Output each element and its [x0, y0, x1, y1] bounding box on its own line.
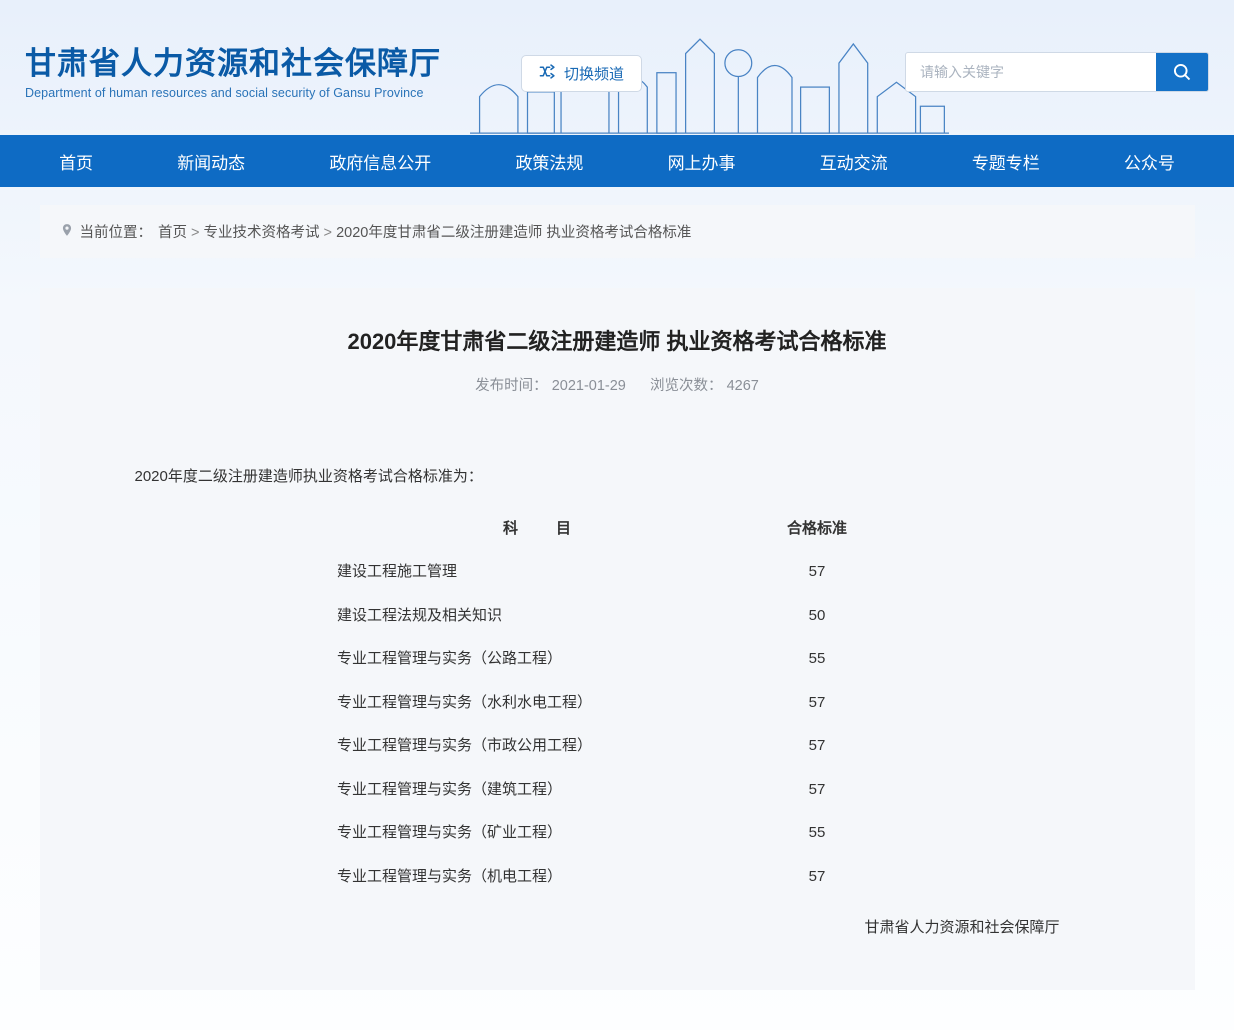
- publish-date: 2021-01-29: [552, 378, 626, 394]
- article-body: 2020年度二级注册建造师执业资格考试合格标准为： 科目 合格标准 建设工程施工…: [100, 405, 1135, 950]
- article-intro: 2020年度二级注册建造师执业资格考试合格标准为：: [135, 455, 1100, 499]
- breadcrumb-prefix: 当前位置：: [80, 221, 153, 242]
- nav-item-5[interactable]: 互动交流: [810, 149, 898, 174]
- article-title: 2020年度甘肃省二级注册建造师 执业资格考试合格标准: [100, 318, 1135, 374]
- breadcrumb: 当前位置： 首页 > 专业技术资格考试 > 2020年度甘肃省二级注册建造师 执…: [40, 205, 1195, 258]
- score-cell: 57: [737, 724, 897, 768]
- subject-cell: 建设工程施工管理: [337, 550, 737, 594]
- score-cell: 57: [737, 550, 897, 594]
- chevron-right-icon: >: [187, 225, 204, 241]
- table-row: 专业工程管理与实务（矿业工程）55: [337, 811, 897, 855]
- score-cell: 57: [737, 855, 897, 899]
- table-row: 建设工程施工管理57: [337, 550, 897, 594]
- nav-item-7[interactable]: 公众号: [1114, 149, 1185, 174]
- publish-label: 发布时间：: [475, 378, 548, 394]
- table-row: 专业工程管理与实务（建筑工程）57: [337, 768, 897, 812]
- nav-item-1[interactable]: 新闻动态: [167, 149, 255, 174]
- logo-subtitle: Department of human resources and social…: [25, 86, 441, 100]
- search-icon: [1172, 62, 1192, 82]
- location-icon: [60, 223, 74, 241]
- article-meta: 发布时间： 2021-01-29 浏览次数： 4267: [100, 374, 1135, 405]
- search-box: [905, 52, 1209, 92]
- nav-item-0[interactable]: 首页: [49, 149, 103, 174]
- views-label: 浏览次数：: [650, 378, 723, 394]
- subject-cell: 专业工程管理与实务（公路工程）: [337, 637, 737, 681]
- subject-cell: 专业工程管理与实务（建筑工程）: [337, 768, 737, 812]
- table-row: 专业工程管理与实务（公路工程）55: [337, 637, 897, 681]
- shuffle-icon: [539, 64, 556, 84]
- table-row: 专业工程管理与实务（市政公用工程）57: [337, 724, 897, 768]
- score-cell: 50: [737, 594, 897, 638]
- breadcrumb-link-1[interactable]: 专业技术资格考试: [204, 225, 320, 241]
- nav-item-3[interactable]: 政策法规: [505, 149, 593, 174]
- subject-cell: 建设工程法规及相关知识: [337, 594, 737, 638]
- table-row: 专业工程管理与实务（水利水电工程）57: [337, 681, 897, 725]
- article-signature: 甘肃省人力资源和社会保障厅: [135, 906, 1100, 950]
- nav-item-6[interactable]: 专题专栏: [962, 149, 1050, 174]
- logo-title: 甘肃省人力资源和社会保障厅: [25, 38, 441, 83]
- subject-cell: 专业工程管理与实务（水利水电工程）: [337, 681, 737, 725]
- table-row: 专业工程管理与实务（机电工程）57: [337, 855, 897, 899]
- switch-channel-button[interactable]: 切换频道: [521, 55, 642, 92]
- search-button[interactable]: [1156, 53, 1208, 91]
- page-header: 甘肃省人力资源和社会保障厅 Department of human resour…: [0, 0, 1234, 135]
- nav-item-4[interactable]: 网上办事: [658, 149, 746, 174]
- col-score-header: 合格标准: [737, 507, 897, 551]
- main-nav: 首页 新闻动态 政府信息公开 政策法规 网上办事 互动交流 专题专栏 公众号: [0, 135, 1234, 187]
- score-cell: 57: [737, 681, 897, 725]
- subject-cell: 专业工程管理与实务（矿业工程）: [337, 811, 737, 855]
- breadcrumb-link-0[interactable]: 首页: [158, 225, 187, 241]
- score-cell: 57: [737, 768, 897, 812]
- table-header: 科目 合格标准: [337, 507, 897, 551]
- score-cell: 55: [737, 637, 897, 681]
- col-subject-header: 科目: [337, 507, 737, 551]
- switch-channel-label: 切换频道: [564, 63, 624, 84]
- subject-cell: 专业工程管理与实务（机电工程）: [337, 855, 737, 899]
- site-logo[interactable]: 甘肃省人力资源和社会保障厅 Department of human resour…: [25, 38, 441, 100]
- table-row: 建设工程法规及相关知识50: [337, 594, 897, 638]
- breadcrumb-link-2: 2020年度甘肃省二级注册建造师 执业资格考试合格标准: [336, 225, 691, 241]
- chevron-right-icon: >: [320, 225, 337, 241]
- views-count: 4267: [727, 378, 759, 394]
- score-table: 科目 合格标准 建设工程施工管理57建设工程法规及相关知识50专业工程管理与实务…: [337, 507, 897, 899]
- search-input[interactable]: [906, 55, 1156, 89]
- nav-item-2[interactable]: 政府信息公开: [319, 149, 441, 174]
- article-container: 2020年度甘肃省二级注册建造师 执业资格考试合格标准 发布时间： 2021-0…: [40, 288, 1195, 990]
- subject-cell: 专业工程管理与实务（市政公用工程）: [337, 724, 737, 768]
- score-cell: 55: [737, 811, 897, 855]
